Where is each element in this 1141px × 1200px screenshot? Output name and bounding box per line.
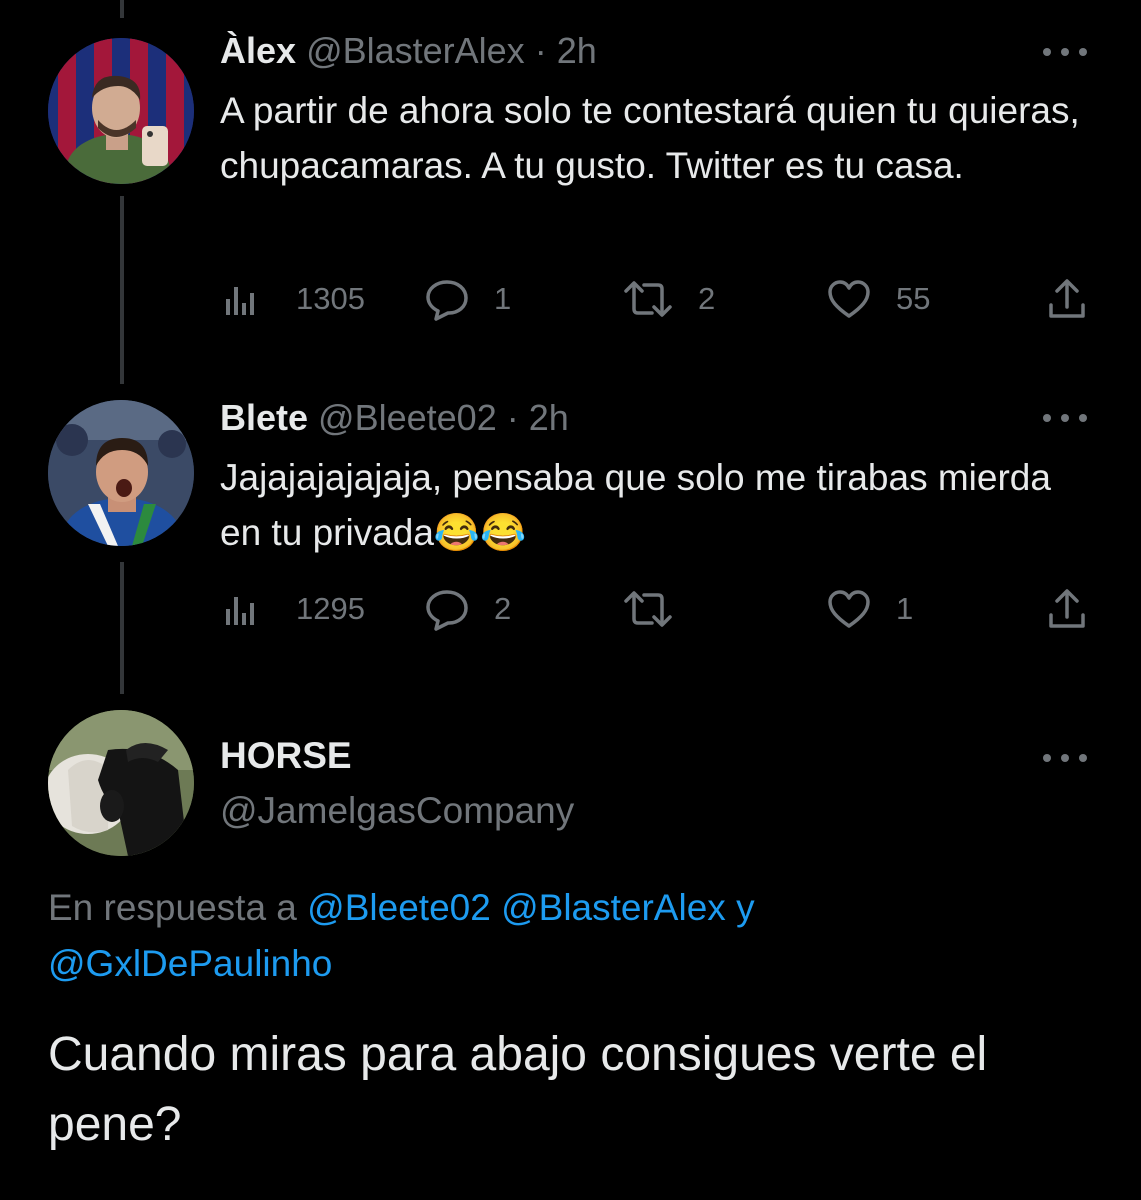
analytics-icon xyxy=(226,287,254,315)
mention-link[interactable]: @BlasterAlex xyxy=(501,887,726,928)
mention-link[interactable]: @GxlDePaulinho xyxy=(48,943,332,984)
heart-icon xyxy=(828,280,870,318)
views-count: 1295 xyxy=(296,591,365,626)
display-name[interactable]: HORSE xyxy=(220,735,352,777)
retweet-count: 2 xyxy=(698,281,716,316)
reply-icon xyxy=(426,590,468,631)
like-count: 1 xyxy=(896,591,914,626)
display-name[interactable]: Àlex xyxy=(220,30,296,71)
tweet-actions: 1295 2 1 xyxy=(220,584,1100,634)
tweet-text: Cuando miras para abajo consigues verte … xyxy=(48,1028,988,1151)
reply-context: En respuesta a @Bleete02 @BlasterAlex y … xyxy=(48,880,1108,992)
timestamp[interactable]: · 2h xyxy=(507,397,569,438)
views-count: 1305 xyxy=(296,281,365,316)
views-button[interactable]: 1295 xyxy=(220,584,365,634)
analytics-icon xyxy=(226,597,254,625)
thread-line-top xyxy=(120,0,124,18)
timestamp[interactable]: · 2h xyxy=(535,30,597,71)
thread-line-1 xyxy=(120,196,124,384)
tweet-header: Blete @Bleete02 · 2h xyxy=(220,397,569,439)
reply-button[interactable]: 2 xyxy=(424,584,511,634)
retweet-icon xyxy=(624,281,672,317)
like-count: 55 xyxy=(896,281,931,316)
reply-count: 1 xyxy=(494,281,512,316)
display-name[interactable]: Blete xyxy=(220,397,308,438)
more-options-icon[interactable] xyxy=(1043,45,1087,59)
like-button[interactable]: 55 xyxy=(826,274,930,324)
like-button[interactable]: 1 xyxy=(826,584,913,634)
retweet-icon xyxy=(624,591,672,627)
tweet-actions: 1305 1 2 55 xyxy=(220,274,1100,324)
retweet-button[interactable]: 2 xyxy=(622,274,715,324)
tweet-text: A partir de ahora solo te contestará qui… xyxy=(220,90,1080,186)
tweet-header: Àlex @BlasterAlex · 2h xyxy=(220,30,597,72)
avatar[interactable] xyxy=(48,710,194,856)
share-button[interactable] xyxy=(1046,274,1088,324)
more-options-icon[interactable] xyxy=(1043,411,1087,425)
thread-line-2 xyxy=(120,562,124,694)
heart-icon xyxy=(828,590,870,628)
share-button[interactable] xyxy=(1046,584,1088,634)
avatar[interactable] xyxy=(48,38,194,184)
retweet-button[interactable] xyxy=(622,584,698,634)
reply-icon xyxy=(426,280,468,321)
more-options-icon[interactable] xyxy=(1043,751,1087,765)
avatar[interactable] xyxy=(48,400,194,546)
mention-link[interactable]: @Bleete02 xyxy=(307,887,491,928)
views-button[interactable]: 1305 xyxy=(220,274,365,324)
reply-joiner[interactable]: y xyxy=(736,887,755,928)
reply-button[interactable]: 1 xyxy=(424,274,511,324)
tweet-text: Jajajajajajaja, pensaba que solo me tira… xyxy=(220,457,1051,553)
reply-count: 2 xyxy=(494,591,512,626)
share-icon xyxy=(1049,589,1085,628)
username[interactable]: @JamelgasCompany xyxy=(220,790,574,832)
reply-prefix: En respuesta a xyxy=(48,887,297,928)
username[interactable]: @BlasterAlex xyxy=(306,30,525,71)
username[interactable]: @Bleete02 xyxy=(318,397,497,438)
share-icon xyxy=(1049,279,1085,318)
